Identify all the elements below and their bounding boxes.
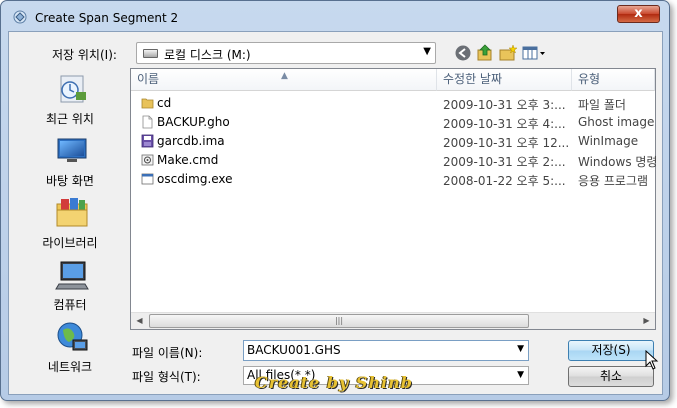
up-folder-icon[interactable] — [475, 44, 495, 62]
horizontal-scrollbar[interactable]: ◀ ||| ▶ — [131, 312, 655, 329]
chevron-down-icon[interactable]: ▼ — [517, 344, 524, 354]
chevron-down-icon[interactable]: ▼ — [423, 46, 431, 57]
save-button[interactable]: 저장(S) — [568, 340, 654, 361]
place-desktop[interactable]: 바탕 화면 — [15, 134, 125, 190]
chevron-down-icon[interactable]: ▼ — [517, 370, 524, 380]
sort-ascending-icon: ▲ — [281, 71, 288, 81]
file-name: oscdimg.exe — [157, 172, 233, 186]
cancel-button[interactable]: 취소 — [568, 366, 654, 387]
file-type: 파일 폴더 — [578, 98, 626, 112]
scroll-left-icon[interactable]: ◀ — [131, 313, 148, 329]
filetype-label: 파일 형식(T): — [132, 370, 201, 384]
file-date: 2009-10-31 오후 4:... — [443, 117, 566, 131]
title-bar[interactable]: Create Span Segment 2 x — [1, 1, 669, 31]
network-icon — [57, 322, 88, 351]
dialog-window: Create Span Segment 2 x 저장 위치(I): 로컬 디스크… — [0, 0, 670, 401]
file-row[interactable]: cd 2009-10-31 오후 3:... 파일 폴더 — [131, 94, 655, 113]
place-label: 컴퓨터 — [53, 298, 87, 312]
watermark-text: Create by Shinb — [255, 373, 413, 392]
place-label: 바탕 화면 — [46, 174, 94, 188]
file-row[interactable]: BACKUP.gho 2009-10-31 오후 4:... Ghost ima… — [131, 113, 658, 132]
close-button[interactable]: x — [617, 5, 660, 23]
save-in-value: 로컬 디스크 (M:) — [164, 48, 251, 62]
column-header-type[interactable]: 유형 — [572, 69, 655, 91]
column-type-label: 유형 — [578, 72, 601, 86]
file-name: cd — [157, 96, 172, 110]
file-date: 2009-10-31 오후 12... — [443, 136, 570, 150]
file-name: garcdb.ima — [157, 134, 225, 148]
desktop-icon — [57, 138, 87, 162]
computer-icon — [55, 261, 89, 290]
generic-file-icon — [142, 115, 153, 129]
application-icon — [141, 173, 154, 185]
recent-places-icon — [60, 75, 86, 103]
column-header-name[interactable]: 이름 ▲ — [131, 69, 437, 91]
scroll-right-icon[interactable]: ▶ — [638, 313, 655, 329]
mouse-cursor-icon — [645, 350, 659, 370]
place-label: 라이브러리 — [42, 236, 98, 250]
file-row[interactable]: garcdb.ima 2009-10-31 오후 12... WinImage — [131, 132, 655, 151]
column-date-label: 수정한 날짜 — [443, 72, 503, 86]
window-title: Create Span Segment 2 — [35, 11, 179, 25]
save-in-label: 저장 위치(I): — [52, 48, 117, 62]
column-name-label: 이름 — [137, 72, 160, 86]
folder-icon — [141, 98, 154, 109]
file-date: 2009-10-31 오후 3:... — [443, 98, 566, 112]
file-type: Windows 명령 — [578, 155, 658, 169]
save-in-combo[interactable]: 로컬 디스크 (M:) ▼ — [136, 42, 436, 64]
command-file-icon — [141, 154, 154, 166]
libraries-icon — [56, 198, 88, 227]
place-recent[interactable]: 최근 위치 — [15, 72, 125, 128]
dialog-client-area: 저장 위치(I): 로컬 디스크 (M:) ▼ 최근 위치 바탕 화면 라이브러… — [8, 31, 663, 395]
disk-image-icon — [141, 134, 154, 148]
file-name: BACKUP.gho — [157, 115, 230, 129]
file-list[interactable]: 이름 ▲ 수정한 날짜 유형 cd 2009-10-31 오후 3:... 파일… — [130, 68, 658, 330]
file-date: 2009-10-31 오후 2:... — [443, 155, 566, 169]
local-disk-icon — [143, 49, 158, 58]
filename-value: BACKU001.GHS — [247, 343, 341, 357]
place-libraries[interactable]: 라이브러리 — [15, 196, 125, 252]
span-segment-icon — [13, 10, 27, 24]
file-type: 응용 프로그램 — [578, 174, 649, 188]
back-arrow-icon[interactable] — [453, 44, 473, 62]
places-bar: 최근 위치 바탕 화면 라이브러리 컴퓨터 네트워크 — [15, 68, 125, 393]
column-header-date[interactable]: 수정한 날짜 — [437, 69, 572, 91]
file-row[interactable]: oscdimg.exe 2008-01-22 오후 5:... 응용 프로그램 — [131, 170, 655, 189]
filename-label: 파일 이름(N): — [132, 346, 203, 360]
place-label: 네트워크 — [47, 360, 93, 374]
file-date: 2008-01-22 오후 5:... — [443, 174, 566, 188]
file-row[interactable]: Make.cmd 2009-10-31 오후 2:... Windows 명령 — [131, 151, 658, 170]
new-folder-icon[interactable] — [498, 44, 518, 62]
place-label: 최근 위치 — [46, 112, 94, 126]
view-menu-icon[interactable] — [521, 44, 547, 62]
file-type: WinImage — [578, 134, 639, 148]
filename-input[interactable]: BACKU001.GHS ▼ — [243, 340, 529, 361]
place-network[interactable]: 네트워크 — [15, 320, 125, 376]
scroll-thumb[interactable]: ||| — [149, 314, 529, 328]
place-computer[interactable]: 컴퓨터 — [15, 258, 125, 314]
file-name: Make.cmd — [157, 153, 219, 167]
file-type: Ghost image fi — [578, 115, 658, 129]
